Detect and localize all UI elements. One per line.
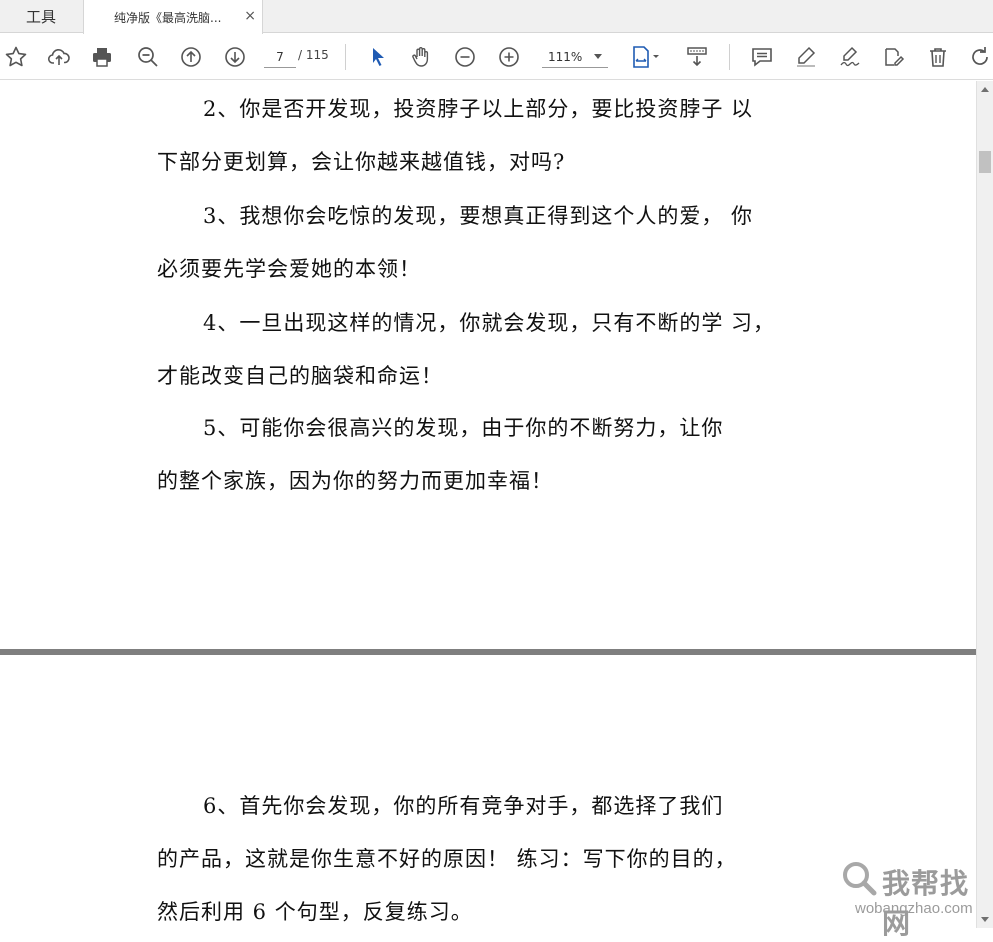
- paragraph-4: 4、一旦出现这样的情况，你就会发现，只有不断的学 习， 才能改变自己的脑袋和命运…: [157, 297, 797, 403]
- paragraph-2: 2、你是否开发现，投资脖子以上部分，要比投资脖子 以 下部分更划算，会让你越来越…: [157, 83, 797, 189]
- zoom-out-magnifier-icon[interactable]: [134, 43, 162, 71]
- paragraph-6: 6、首先你会发现，你的所有竞争对手，都选择了我们 的产品，这就是你生意不好的原因…: [157, 780, 797, 939]
- scroll-up-icon[interactable]: [981, 87, 989, 92]
- zoom-minus-icon[interactable]: [451, 43, 479, 71]
- paragraph-3: 3、我想你会吃惊的发现，要想真正得到这个人的爱， 你 必须要先学会爱她的本领！: [157, 190, 797, 296]
- tab-tools[interactable]: 工具: [0, 0, 82, 33]
- toolbar-divider: [729, 44, 730, 70]
- text-line: 3、我想你会吃惊的发现，要想真正得到这个人的爱， 你: [203, 204, 754, 228]
- tab-document-label: 纯净版《最高洗脑...: [114, 10, 222, 25]
- page-up-icon[interactable]: [177, 43, 205, 71]
- watermark: 我帮找网 wobangzhao.com: [840, 857, 990, 940]
- signature-icon[interactable]: [836, 43, 864, 71]
- text-line: 6、首先你会发现，你的所有竞争对手，都选择了我们: [203, 794, 724, 818]
- cloud-upload-icon[interactable]: [45, 43, 73, 71]
- magnifier-logo-icon: [843, 862, 877, 896]
- text-line: 2、你是否开发现，投资脖子以上部分，要比投资脖子 以: [203, 97, 754, 121]
- comment-icon[interactable]: [748, 43, 776, 71]
- select-arrow-icon[interactable]: [364, 43, 392, 71]
- chevron-down-icon: [594, 54, 602, 59]
- printer-icon[interactable]: [88, 43, 116, 71]
- rotate-icon[interactable]: [966, 43, 993, 71]
- text-line: 才能改变自己的脑袋和命运！: [157, 364, 443, 388]
- tab-bar: 工具 纯净版《最高洗脑... ×: [0, 0, 993, 34]
- text-line: 4、一旦出现这样的情况，你就会发现，只有不断的学 习，: [203, 311, 776, 335]
- toolbar: 7 / 115 111%: [0, 34, 993, 80]
- text-line: 然后利用 6 个句型，反复练习。: [157, 900, 473, 924]
- highlight-pen-icon[interactable]: [792, 43, 820, 71]
- zoom-level-value: 111%: [548, 49, 583, 64]
- text-line: 下部分更划算，会让你越来越值钱，对吗?: [157, 150, 566, 174]
- watermark-url: wobangzhao.com: [855, 900, 973, 917]
- edit-text-icon[interactable]: [880, 43, 908, 71]
- page-separator: [0, 649, 976, 655]
- document-viewer[interactable]: 2、你是否开发现，投资脖子以上部分，要比投资脖子 以 下部分更划算，会让你越来越…: [0, 81, 993, 928]
- vertical-scrollbar[interactable]: [976, 81, 993, 928]
- scroll-mode-icon[interactable]: [683, 43, 711, 71]
- page-number-input[interactable]: 7: [264, 46, 296, 68]
- paragraph-5: 5、可能你会很高兴的发现，由于你的不断努力，让你 的整个家族，因为你的努力而更加…: [157, 402, 797, 508]
- close-tab-icon[interactable]: ×: [244, 8, 256, 24]
- text-line: 必须要先学会爱她的本领！: [157, 257, 421, 281]
- text-line: 的产品，这就是你生意不好的原因！ 练习：写下你的目的，: [157, 847, 737, 871]
- toolbar-divider: [345, 44, 346, 70]
- page-total-label: / 115: [298, 48, 329, 62]
- trash-icon[interactable]: [924, 43, 952, 71]
- hand-icon[interactable]: [407, 43, 435, 71]
- text-line: 5、可能你会很高兴的发现，由于你的不断努力，让你: [203, 416, 724, 440]
- tab-document[interactable]: 纯净版《最高洗脑... ×: [83, 0, 263, 34]
- zoom-plus-icon[interactable]: [495, 43, 523, 71]
- tab-tools-label: 工具: [25, 8, 56, 26]
- star-icon[interactable]: [2, 43, 30, 71]
- scroll-thumb[interactable]: [979, 151, 991, 173]
- zoom-level-select[interactable]: 111%: [542, 46, 608, 68]
- page-down-icon[interactable]: [221, 43, 249, 71]
- fit-page-icon[interactable]: [628, 43, 664, 71]
- text-line: 的整个家族，因为你的努力而更加幸福！: [157, 469, 553, 493]
